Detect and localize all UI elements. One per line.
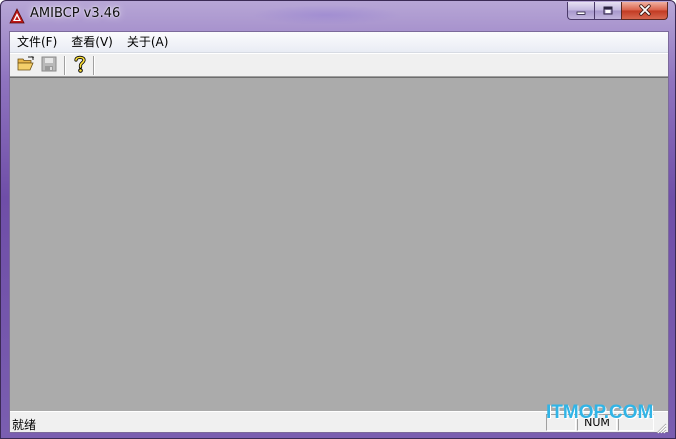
amibcp-app-icon[interactable] (9, 8, 25, 24)
maximize-icon (602, 1, 614, 20)
status-text: 就绪 (12, 418, 37, 432)
mdi-workspace[interactable] (10, 77, 668, 411)
minimize-icon (575, 1, 587, 20)
close-button[interactable] (621, 2, 668, 20)
client-area: 文件(F) 查看(V) 关于(A) 就绪 NUM (9, 31, 669, 434)
toolbar (10, 53, 668, 77)
menu-about[interactable]: 关于(A) (120, 33, 176, 51)
caption-buttons (567, 2, 668, 20)
save-button[interactable] (39, 56, 59, 76)
open-folder-icon (17, 56, 35, 76)
title-glow (251, 5, 401, 25)
resize-grip-icon[interactable] (655, 419, 667, 434)
close-icon (638, 1, 652, 20)
watermark-text: ITMOP.COM (546, 402, 654, 423)
menu-file[interactable]: 文件(F) (10, 33, 64, 51)
open-button[interactable] (16, 56, 36, 76)
toolbar-separator (64, 56, 66, 75)
menu-view[interactable]: 查看(V) (64, 33, 120, 51)
help-icon (72, 55, 88, 77)
app-window: AMIBCP v3.46 文件(F) 查看(V) 关于(A) 就绪 NUM IT… (0, 0, 676, 439)
menu-bar: 文件(F) 查看(V) 关于(A) (10, 32, 668, 53)
help-button[interactable] (70, 55, 90, 77)
minimize-button[interactable] (567, 2, 594, 20)
toolbar-separator (93, 56, 95, 75)
title-bar[interactable]: AMIBCP v3.46 (1, 1, 675, 29)
window-title: AMIBCP v3.46 (30, 6, 121, 21)
save-disk-icon (41, 56, 57, 76)
maximize-button[interactable] (594, 2, 621, 20)
